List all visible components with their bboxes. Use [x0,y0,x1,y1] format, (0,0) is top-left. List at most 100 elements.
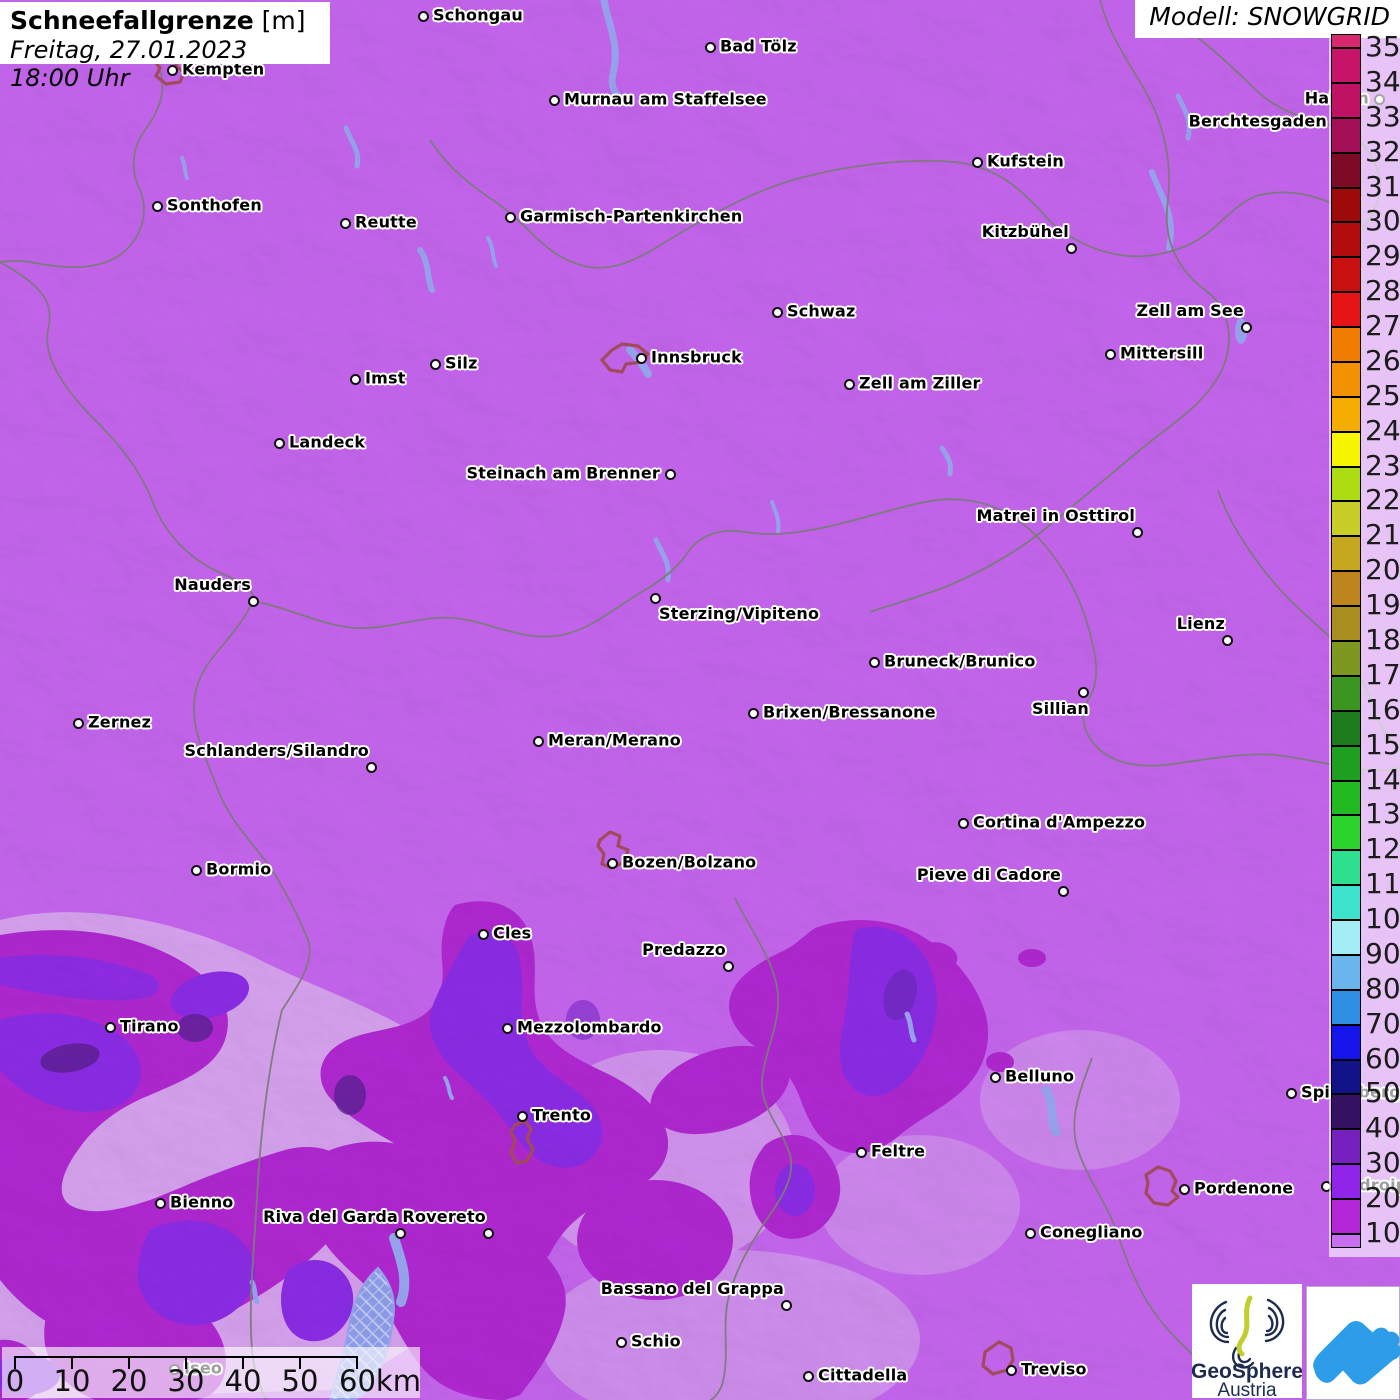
city-marker [802,1370,814,1382]
city-label: Zell am See [1136,301,1244,320]
city-marker [615,1336,627,1348]
scalebar-tick-label: 0 [5,1364,25,1398]
city-label: Bassano del Grappa [600,1279,784,1298]
city-label: Cles [493,923,532,943]
colorbar-tick-label: 500 [1365,1076,1400,1110]
scalebar-tick-label: 60km [339,1364,421,1398]
city-marker [482,1227,494,1239]
colorbar-tick-label: 800 [1365,971,1400,1005]
city-label: Murnau am Staffelsee [564,89,767,109]
colorbar-tick-label: 1500 [1365,727,1400,761]
city-label: Cittadella [818,1365,908,1385]
city-marker [606,857,618,869]
city-label: Silz [445,353,478,373]
city-label: Rovereto [402,1207,486,1226]
geosphere-logo-box: GeoSphere Austria [1192,1284,1302,1398]
city-label: Lienz [1176,614,1225,633]
city-label: Mezzolombardo [517,1017,662,1037]
city-label: Meran/Merano [548,730,681,750]
city-label: Sonthofen [167,195,262,215]
city-marker [1057,885,1069,897]
colorbar-tick-label: 100 [1365,1215,1400,1249]
city-marker [548,94,560,106]
mountain-logo-icon [1313,1321,1400,1385]
scalebar-tick-label: 30 [167,1364,205,1398]
city-marker [843,378,855,390]
city-marker [1285,1087,1297,1099]
city-label: Imst [365,368,406,388]
colorbar-tick-label: 200 [1365,1180,1400,1214]
city-marker [971,156,983,168]
city-marker [722,960,734,972]
city-label: Kufstein [987,151,1064,171]
page-title: Schneefallgrenze [m] [10,6,320,36]
colorbar-tick-label: 2500 [1365,378,1400,412]
city-marker [429,358,441,370]
city-marker [501,1022,513,1034]
city-marker [1024,1227,1036,1239]
colorbar-tick-label: 600 [1365,1041,1400,1075]
colorbar-tick-label: 2000 [1365,553,1400,587]
city-label: Bozen/Bolzano [622,852,757,872]
city-label: Garmisch-Partenkirchen [520,206,743,226]
geosphere-country: Austria [1217,1380,1277,1398]
colorbar-tick-label: 1800 [1365,622,1400,656]
city-marker [477,928,489,940]
city-label: Treviso [1021,1359,1087,1379]
colorbar-tick-label: 2700 [1365,308,1400,342]
city-marker [957,817,969,829]
geosphere-logo: GeoSphere Austria [1192,1295,1302,1398]
city-marker [1178,1183,1190,1195]
scalebar-tick-label: 10 [53,1364,91,1398]
city-marker [1131,526,1143,538]
city-label: Landeck [289,432,366,452]
city-marker [151,200,163,212]
city-marker [704,41,716,53]
city-label: Matrei in Osttirol [976,506,1135,525]
colorbar-tick-label: 700 [1365,1006,1400,1040]
city-label: Zernez [88,712,152,732]
colorbar-tick-label: 2300 [1365,448,1400,482]
city-layer: Schongau Bad Tölz Kempten Murnau am Staffel… [0,0,1400,1400]
colorbar-tick-label: 3200 [1365,134,1400,168]
scalebar: 0 10 20 30 40 50 60km [2,1347,421,1398]
colorbar-tick-label: 3300 [1365,99,1400,133]
city-label: Bienno [170,1192,234,1212]
city-label: Schongau [433,5,524,25]
city-marker [504,211,516,223]
colorbar-tick-label: 2600 [1365,343,1400,377]
city-marker [247,595,259,607]
model-label: Modell: SNOWGRID [1149,2,1390,31]
city-label: Bormio [206,859,272,879]
title-box: Schneefallgrenze [m] Freitag, 27.01.2023… [0,2,330,92]
scalebar-tick-label: 20 [110,1364,148,1398]
city-marker [417,10,429,22]
city-label: Belluno [1005,1066,1075,1086]
city-marker [1240,321,1252,333]
city-marker [771,306,783,318]
city-marker [1221,634,1233,646]
colorbar-tick-label: 3500 [1365,29,1400,63]
city-label: Feltre [871,1141,926,1161]
city-label: Bruneck/Brunico [884,651,1036,671]
city-marker [394,1227,406,1239]
colorbar-tick-label: 1600 [1365,692,1400,726]
weather-map-product: Schongau Bad Tölz Kempten Murnau am Staffel… [0,0,1400,1400]
city-label: Kitzbühel [981,222,1069,241]
colorbar-tick-label: 1700 [1365,657,1400,691]
scalebar-tick-label: 50 [281,1364,319,1398]
city-label: Tirano [120,1016,179,1036]
city-marker [1077,686,1089,698]
city-marker [635,352,647,364]
city-marker [664,468,676,480]
city-marker [349,373,361,385]
city-label: Mittersill [1120,343,1204,363]
scalebar-tick-label: 40 [224,1364,262,1398]
city-label: Cortina d'Ampezzo [973,812,1146,832]
colorbar-tick-label: 1300 [1365,797,1400,831]
city-marker [1065,242,1077,254]
city-label: Reutte [355,212,417,232]
colorbar-tick-label: 3100 [1365,169,1400,203]
city-marker [747,707,759,719]
city-label: Predazzo [642,940,726,959]
